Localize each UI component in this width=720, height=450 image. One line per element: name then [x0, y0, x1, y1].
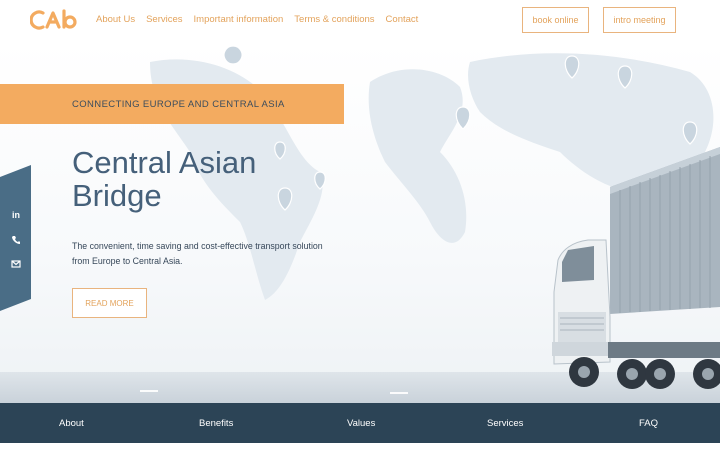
section-nav-benefits[interactable]: Benefits: [199, 418, 233, 429]
logo[interactable]: [30, 9, 82, 31]
hero-kicker-banner: CONNECTING EUROPE AND CENTRAL ASIA: [0, 84, 344, 124]
nav-contact[interactable]: Contact: [386, 14, 419, 25]
section-nav-about[interactable]: About: [59, 418, 84, 429]
section-nav-services[interactable]: Services: [487, 418, 523, 429]
phone-icon[interactable]: [10, 234, 22, 246]
nav-services[interactable]: Services: [146, 14, 182, 25]
hero-kicker-text: CONNECTING EUROPE AND CENTRAL ASIA: [72, 98, 285, 110]
section-nav-values[interactable]: Values: [347, 418, 375, 429]
page-bottom-strip: [0, 443, 720, 450]
read-more-button[interactable]: READ MORE: [72, 288, 147, 318]
book-online-button[interactable]: book online: [522, 7, 589, 33]
section-nav-faq[interactable]: FAQ: [639, 418, 658, 429]
main-nav: About Us Services Important information …: [96, 14, 418, 25]
hero-section: CONNECTING EUROPE AND CENTRAL ASIA Centr…: [0, 42, 720, 403]
nav-terms-conditions[interactable]: Terms & conditions: [294, 14, 374, 25]
truck-illustration: [552, 147, 720, 389]
social-side-panel: in: [0, 165, 31, 311]
section-nav-bar: About Benefits Values Services FAQ: [0, 403, 720, 443]
site-header: About Us Services Important information …: [0, 0, 720, 42]
hero-description: The convenient, time saving and cost-eff…: [72, 241, 323, 266]
nav-important-information[interactable]: Important information: [194, 14, 284, 25]
intro-meeting-button[interactable]: intro meeting: [603, 7, 676, 33]
hero-title: Central Asian Bridge: [72, 145, 257, 213]
nav-about-us[interactable]: About Us: [96, 14, 135, 25]
linkedin-icon[interactable]: in: [10, 209, 22, 221]
email-icon[interactable]: [10, 258, 22, 270]
